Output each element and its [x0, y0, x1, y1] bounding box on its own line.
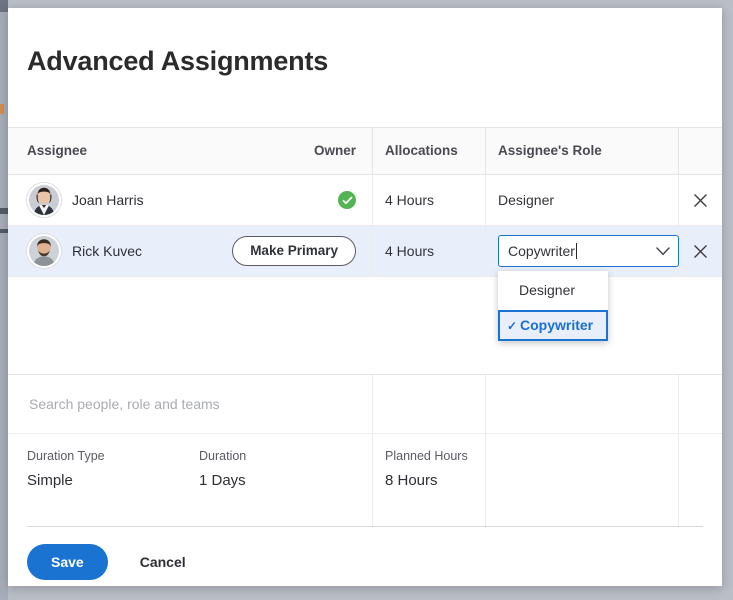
- role-combobox-wrapper: Copywriter Designer ✓ Copywriter: [498, 235, 679, 341]
- search-cell: [8, 375, 372, 433]
- empty-allocations-col: [372, 277, 485, 374]
- row-remove-cell: [678, 226, 722, 276]
- column-header-actions: [678, 128, 722, 174]
- scrollbar-marker-gray-1: [0, 208, 8, 214]
- row-allocations: 4 Hours: [372, 175, 485, 225]
- close-icon[interactable]: [691, 241, 711, 261]
- row-assignee-cell: Rick Kuvec Make Primary: [8, 226, 372, 276]
- column-header-owner-label: Owner: [313, 143, 356, 158]
- table-empty-area: [8, 277, 722, 374]
- dialog-footer: Save Cancel: [8, 544, 722, 580]
- role-dropdown-menu: Designer ✓ Copywriter: [498, 271, 608, 341]
- role-option-designer[interactable]: Designer: [498, 275, 608, 306]
- table-row[interactable]: Rick Kuvec Make Primary 4 Hours Copywrit…: [8, 226, 722, 341]
- duration-field: Duration 1 Days: [199, 449, 359, 489]
- cancel-button[interactable]: Cancel: [134, 553, 192, 571]
- column-header-assignee-label: Assignee: [27, 143, 88, 158]
- row-assignee-role-cell: Copywriter Designer ✓ Copywriter: [485, 226, 679, 341]
- row-allocations: 4 Hours: [372, 226, 485, 276]
- search-allocations-cell: [372, 375, 485, 433]
- scrollbar-marker-gray-2: [0, 229, 8, 233]
- text-cursor: [575, 243, 577, 259]
- footer-divider: [27, 526, 703, 527]
- page-scrollbar[interactable]: [0, 0, 8, 600]
- planned-hours-cell: Planned Hours 8 Hours: [372, 434, 485, 528]
- search-actions-cell: [678, 375, 722, 433]
- chevron-down-icon[interactable]: [656, 246, 670, 256]
- advanced-assignments-dialog: Advanced Assignments Assignee Owner Allo…: [8, 8, 722, 586]
- primary-check-icon: [338, 191, 356, 209]
- role-combobox[interactable]: Copywriter: [498, 235, 679, 267]
- empty-actions-col: [678, 277, 722, 374]
- search-row: [8, 374, 722, 434]
- page-scrollbar-thumb[interactable]: [0, 0, 8, 12]
- duration-value[interactable]: 1 Days: [199, 472, 359, 489]
- details-fields: Duration Type Simple Duration 1 Days: [27, 434, 359, 489]
- empty-assignee-col: [8, 277, 372, 374]
- check-icon: ✓: [507, 319, 518, 333]
- column-header-assignee[interactable]: Assignee Owner: [8, 128, 372, 174]
- assignee-name: Joan Harris: [72, 192, 144, 208]
- role-combobox-value-wrap: Copywriter: [508, 243, 577, 259]
- duration-label: Duration: [199, 449, 247, 463]
- assignment-details-row: Duration Type Simple Duration 1 Days Pla…: [8, 434, 722, 528]
- page-title: Advanced Assignments: [27, 46, 329, 76]
- scrollbar-marker-orange: [0, 104, 4, 114]
- avatar: [27, 183, 61, 217]
- make-primary-button[interactable]: Make Primary: [232, 235, 356, 267]
- avatar: [27, 234, 61, 268]
- details-left-cell: Duration Type Simple Duration 1 Days: [8, 434, 372, 528]
- details-actions-cell: [678, 434, 722, 528]
- search-role-cell: [485, 375, 678, 433]
- role-option-copywriter[interactable]: ✓ Copywriter: [498, 310, 608, 341]
- table-header-row: Assignee Owner Allocations Assignee's Ro…: [8, 127, 722, 175]
- search-input[interactable]: [27, 395, 356, 413]
- assignee-identity: Joan Harris: [27, 183, 144, 217]
- column-header-allocations[interactable]: Allocations: [372, 128, 485, 174]
- assignments-table: Assignee Owner Allocations Assignee's Ro…: [8, 127, 722, 528]
- duration-type-value[interactable]: Simple: [27, 472, 199, 489]
- role-combobox-value: Copywriter: [508, 243, 575, 259]
- planned-hours-field: Planned Hours 8 Hours: [385, 434, 468, 489]
- duration-type-field: Duration Type Simple: [27, 449, 199, 489]
- role-option-copywriter-label: Copywriter: [520, 317, 594, 333]
- assignee-name: Rick Kuvec: [72, 243, 143, 259]
- details-role-cell: [485, 434, 678, 528]
- planned-hours-value[interactable]: 8 Hours: [385, 472, 468, 489]
- planned-hours-label: Planned Hours: [385, 449, 468, 463]
- table-row[interactable]: Joan Harris 4 Hours Designer: [8, 175, 722, 226]
- row-assignee-role[interactable]: Designer: [485, 175, 678, 225]
- column-header-assignee-role[interactable]: Assignee's Role: [485, 128, 678, 174]
- assignee-identity: Rick Kuvec: [27, 234, 142, 268]
- duration-type-label: Duration Type: [27, 449, 105, 463]
- close-icon[interactable]: [691, 190, 711, 210]
- row-remove-cell: [678, 175, 722, 225]
- save-button[interactable]: Save: [27, 544, 108, 580]
- row-assignee-cell: Joan Harris: [8, 175, 372, 225]
